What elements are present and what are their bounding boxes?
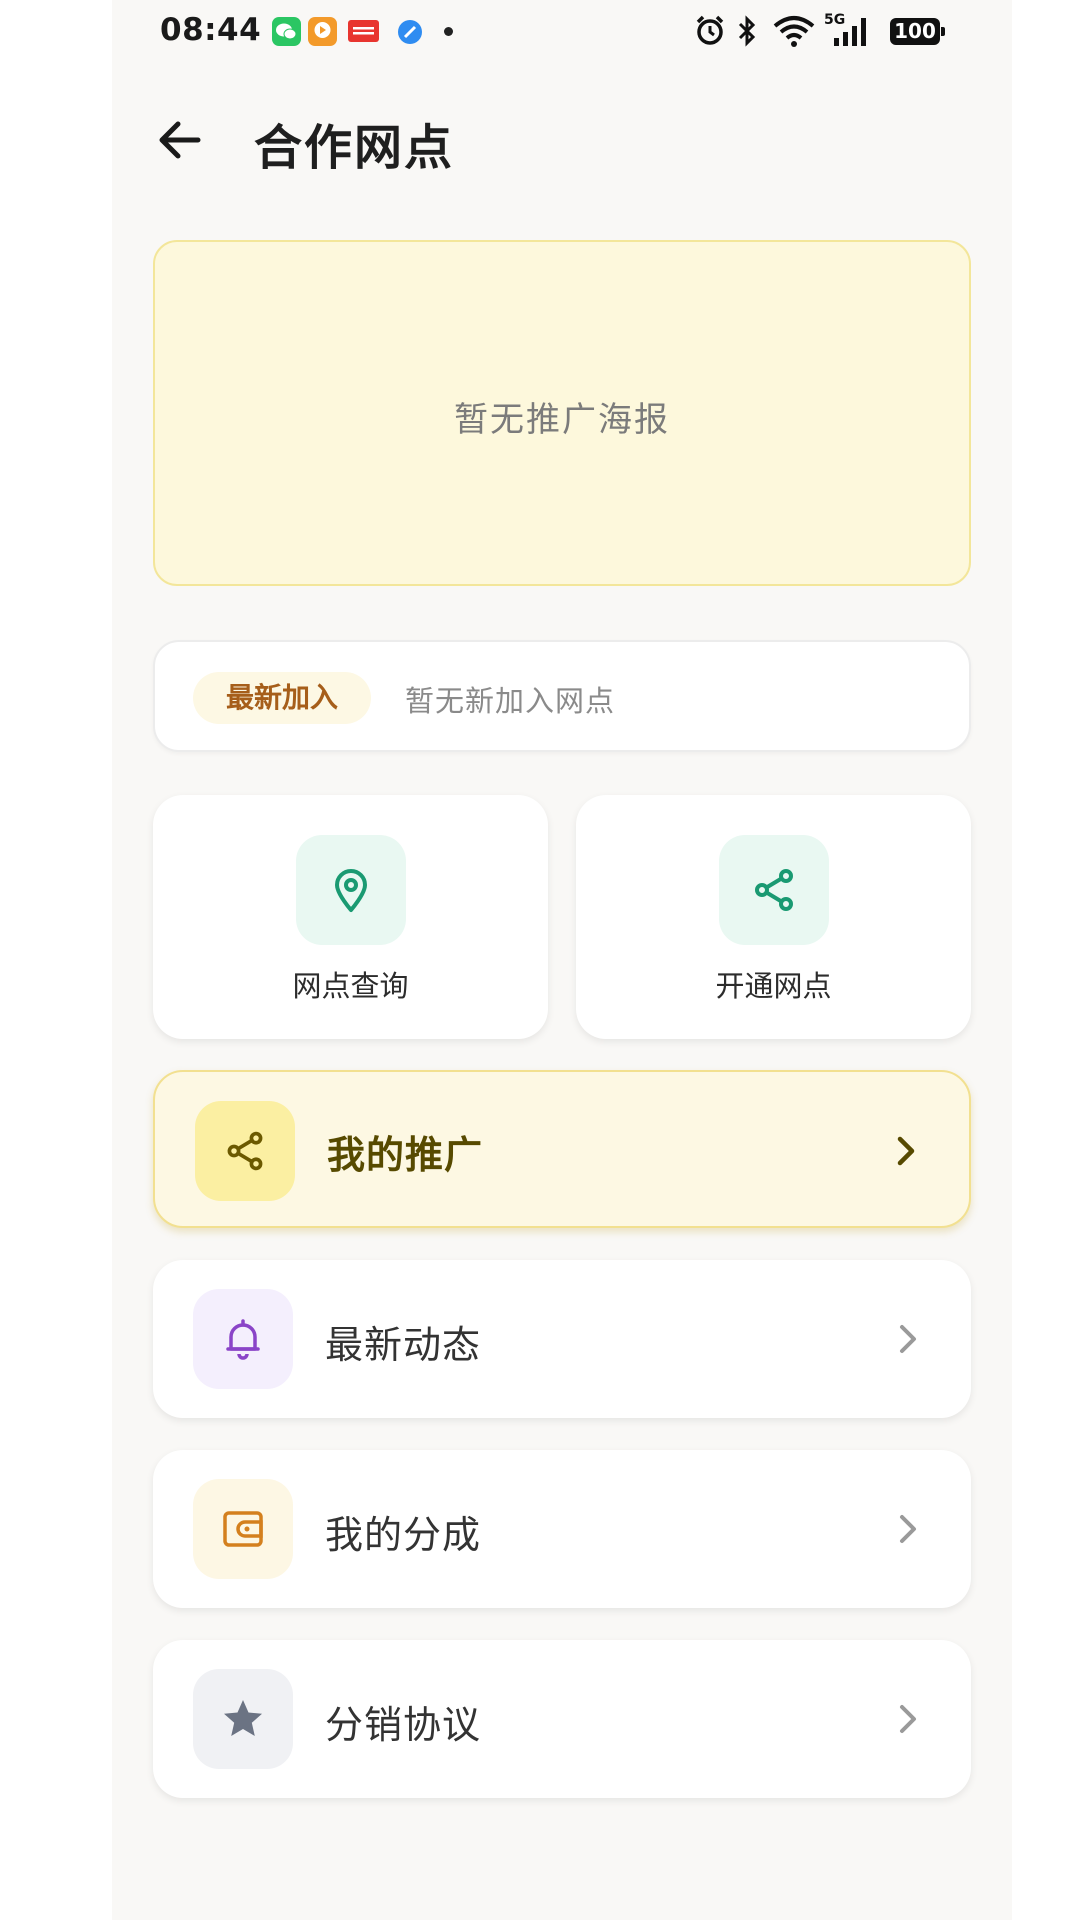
my-promotion-row[interactable]: 我的推广 (153, 1070, 971, 1228)
new-join-text: 暂无新加入网点 (405, 684, 616, 718)
status-bar: 08:44 5G 100 (112, 0, 1012, 62)
star-icon (193, 1669, 293, 1769)
more-notifications-dot (444, 27, 453, 36)
my-commission-row[interactable]: 我的分成 (153, 1450, 971, 1608)
browser-icon (398, 20, 422, 44)
chevron-right-icon (900, 1325, 916, 1353)
signal-icon (834, 18, 866, 46)
bell-icon (193, 1289, 293, 1389)
wifi-icon (773, 16, 815, 47)
chevron-right-icon (900, 1705, 916, 1733)
open-outlet-label: 开通网点 (715, 969, 832, 1003)
video-app-icon (308, 17, 337, 46)
distribution-agreement-label: 分销协议 (325, 1703, 482, 1747)
back-button[interactable] (152, 112, 208, 168)
my-commission-label: 我的分成 (325, 1513, 482, 1557)
my-promotion-label: 我的推广 (327, 1133, 484, 1177)
share-icon (195, 1101, 295, 1201)
bluetooth-icon (738, 15, 756, 47)
outlet-query-card[interactable]: 网点查询 (153, 795, 548, 1039)
toutiao-icon (348, 20, 379, 42)
poster-empty-text: 暂无推广海报 (454, 400, 670, 440)
battery-indicator: 100 (890, 18, 945, 45)
share-icon (719, 835, 829, 945)
distribution-agreement-row[interactable]: 分销协议 (153, 1640, 971, 1798)
promo-poster-area: 暂无推广海报 (153, 240, 971, 586)
outlet-query-label: 网点查询 (292, 969, 409, 1003)
chevron-right-icon (897, 1136, 915, 1166)
alarm-icon (696, 15, 724, 45)
new-join-bar[interactable]: 最新加入 暂无新加入网点 (153, 640, 971, 752)
latest-news-row[interactable]: 最新动态 (153, 1260, 971, 1418)
arrow-left-icon (159, 121, 201, 159)
page-title: 合作网点 (254, 120, 455, 176)
open-outlet-card[interactable]: 开通网点 (576, 795, 971, 1039)
latest-news-label: 最新动态 (325, 1323, 482, 1367)
app-screen: 08:44 5G 100 合作网点 暂无推广海报 最新加入 暂无新加入网点 网点… (112, 0, 1012, 1920)
chevron-right-icon (900, 1515, 916, 1543)
wechat-icon (272, 17, 301, 46)
status-time: 08:44 (160, 12, 262, 48)
new-join-badge: 最新加入 (193, 672, 371, 724)
wallet-icon (193, 1479, 293, 1579)
location-pin-icon (296, 835, 406, 945)
